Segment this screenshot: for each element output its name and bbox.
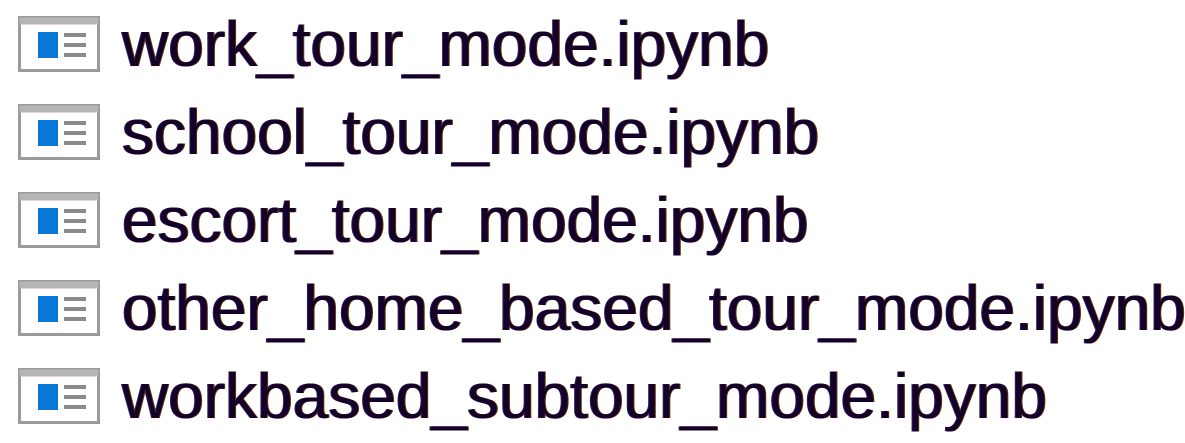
- file-name: work_tour_mode.ipynb: [122, 8, 770, 80]
- notebook-file-icon: [18, 280, 100, 336]
- file-item-other-home-based-tour-mode[interactable]: other_home_based_tour_mode.ipynb: [0, 264, 1185, 352]
- file-name: escort_tour_mode.ipynb: [122, 184, 809, 256]
- file-item-work-tour-mode[interactable]: work_tour_mode.ipynb: [0, 0, 1185, 88]
- notebook-file-icon: [18, 104, 100, 160]
- notebook-file-icon: [18, 368, 100, 424]
- file-list: work_tour_mode.ipynb school_tour_mode.ip…: [0, 0, 1185, 443]
- file-name: school_tour_mode.ipynb: [122, 96, 820, 168]
- file-item-school-tour-mode[interactable]: school_tour_mode.ipynb: [0, 88, 1185, 176]
- file-item-workbased-subtour-mode[interactable]: workbased_subtour_mode.ipynb: [0, 352, 1185, 440]
- file-name: other_home_based_tour_mode.ipynb: [122, 272, 1185, 344]
- file-item-escort-tour-mode[interactable]: escort_tour_mode.ipynb: [0, 176, 1185, 264]
- file-name: workbased_subtour_mode.ipynb: [122, 360, 1048, 432]
- notebook-file-icon: [18, 16, 100, 72]
- notebook-file-icon: [18, 192, 100, 248]
